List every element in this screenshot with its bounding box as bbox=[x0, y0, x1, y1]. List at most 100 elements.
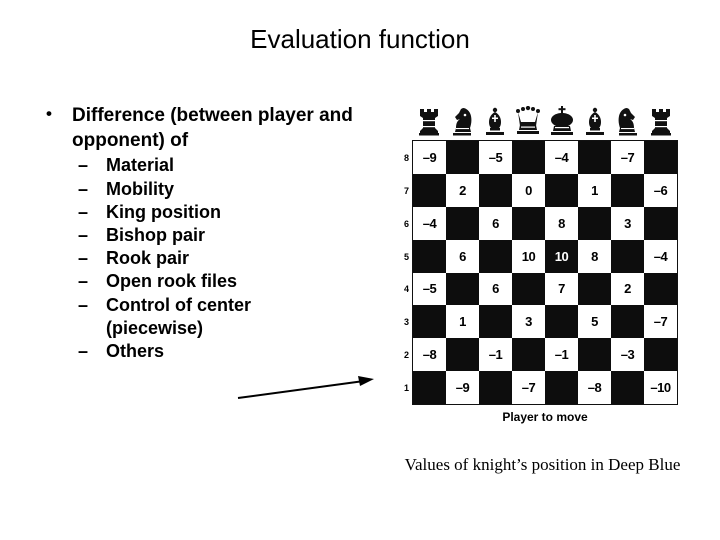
rank-label: 1 bbox=[403, 382, 409, 393]
board-square: –8 bbox=[413, 338, 446, 372]
board-square bbox=[644, 272, 677, 306]
chess-piece-row bbox=[412, 98, 678, 136]
board-square bbox=[578, 206, 611, 240]
board-square: 10 bbox=[512, 239, 545, 273]
bullet-item-difference: • Difference (between player and opponen… bbox=[38, 104, 368, 153]
board-square: –7 bbox=[644, 305, 677, 339]
dash-marker-icon: – bbox=[78, 294, 89, 315]
board-square: 6 bbox=[446, 239, 479, 273]
sub-item-label: Mobility bbox=[106, 178, 174, 199]
square-value: –4 bbox=[653, 248, 668, 264]
bullet-marker-icon: • bbox=[46, 104, 52, 123]
sub-item-others: – Others bbox=[38, 340, 368, 363]
board-square bbox=[611, 239, 644, 273]
sub-item-label-line-2: (piecewise) bbox=[106, 317, 204, 338]
chess-board: –9 –5 –4 –7 2 0 1 –6 –4 6 8 3 6 10 10 8 –4 –5 6 7 2 1 3 5 –7 –8 –1… bbox=[412, 140, 678, 405]
square-value: 2 bbox=[624, 281, 631, 297]
rank-label: 8 bbox=[403, 153, 409, 164]
bullet-list: • Difference (between player and opponen… bbox=[38, 104, 368, 363]
square-value: 3 bbox=[624, 215, 631, 231]
board-square bbox=[446, 206, 479, 240]
queen-icon bbox=[512, 98, 545, 136]
sub-item-bishop-pair: – Bishop pair bbox=[38, 224, 368, 247]
dash-marker-icon: – bbox=[78, 341, 89, 362]
pointer-arrow-icon bbox=[237, 376, 374, 399]
sub-item-label: Rook pair bbox=[106, 248, 190, 269]
board-square bbox=[611, 305, 644, 339]
board-square: –7 bbox=[611, 141, 644, 174]
square-value: –6 bbox=[653, 182, 668, 198]
rook-icon bbox=[412, 98, 445, 136]
board-square bbox=[413, 173, 446, 207]
page-title: Evaluation function bbox=[250, 24, 470, 54]
square-value: 10 bbox=[521, 248, 536, 264]
board-square: 6 bbox=[479, 272, 512, 306]
square-value: –7 bbox=[653, 314, 668, 330]
board-square: 1 bbox=[578, 173, 611, 207]
board-square bbox=[413, 305, 446, 339]
square-value: 8 bbox=[591, 248, 598, 264]
square-value: 2 bbox=[459, 182, 466, 198]
knight-icon bbox=[445, 98, 478, 136]
board-square bbox=[578, 141, 611, 174]
board-rank-row: –5 6 7 2 bbox=[413, 272, 677, 306]
square-value: 10 bbox=[554, 248, 569, 264]
board-square bbox=[479, 305, 512, 339]
board-square: –8 bbox=[578, 371, 611, 404]
bullet-line-1: Difference (between bbox=[72, 105, 253, 126]
square-value: 6 bbox=[492, 281, 499, 297]
dash-marker-icon: – bbox=[78, 271, 89, 292]
chess-board-wrapper: 8 7 6 5 4 3 2 1 –9 –5 –4 –7 2 0 1 –6 –4 6 8 3 6 10 10 8… bbox=[396, 140, 682, 406]
figure-caption: Values of knight’s position in Deep Blue bbox=[404, 455, 681, 474]
rook-icon bbox=[645, 98, 678, 136]
sub-item-open-rook-files: – Open rook files bbox=[38, 270, 368, 293]
board-square bbox=[479, 173, 512, 207]
sub-item-king-position: – King position bbox=[38, 201, 368, 224]
slide: Evaluation function • Difference (betwee… bbox=[0, 0, 720, 540]
square-value: –8 bbox=[587, 380, 602, 396]
board-square bbox=[611, 173, 644, 207]
sub-item-control-of-center: – Control of center (piecewise) bbox=[38, 294, 368, 340]
square-value: –9 bbox=[455, 380, 470, 396]
board-square bbox=[545, 371, 578, 404]
board-square bbox=[644, 141, 677, 174]
board-rank-row: –8 –1 –1 –3 bbox=[413, 338, 677, 372]
board-square bbox=[512, 141, 545, 174]
bishop-icon bbox=[479, 98, 512, 136]
board-rank-row: –9 –5 –4 –7 bbox=[413, 141, 677, 174]
square-value: 8 bbox=[558, 215, 565, 231]
board-square: 0 bbox=[512, 173, 545, 207]
square-value: –7 bbox=[521, 380, 536, 396]
square-value: –5 bbox=[488, 149, 503, 165]
board-square bbox=[644, 206, 677, 240]
square-value: 6 bbox=[459, 248, 466, 264]
rank-label: 3 bbox=[403, 317, 409, 328]
rank-label: 6 bbox=[403, 218, 409, 229]
board-square: 6 bbox=[479, 206, 512, 240]
square-value: –3 bbox=[620, 347, 635, 363]
board-square bbox=[512, 272, 545, 306]
board-square: –10 bbox=[644, 371, 677, 404]
rank-label: 4 bbox=[403, 284, 409, 295]
board-caption: Player to move bbox=[502, 410, 588, 424]
board-rank-row: 2 0 1 –6 bbox=[413, 173, 677, 207]
square-value: –1 bbox=[554, 347, 569, 363]
board-square bbox=[578, 272, 611, 306]
board-square: –5 bbox=[479, 141, 512, 174]
board-square bbox=[446, 141, 479, 174]
sub-item-material: – Material bbox=[38, 154, 368, 177]
board-square: –1 bbox=[479, 338, 512, 372]
rank-label: 7 bbox=[403, 186, 409, 197]
sub-item-label: Others bbox=[106, 341, 165, 362]
board-square: 2 bbox=[446, 173, 479, 207]
square-value: 5 bbox=[591, 314, 598, 330]
board-square: –4 bbox=[413, 206, 446, 240]
board-square bbox=[479, 239, 512, 273]
board-square bbox=[479, 371, 512, 404]
board-square: 3 bbox=[512, 305, 545, 339]
sub-item-label: Open rook files bbox=[106, 271, 238, 292]
board-rank-row: 1 3 5 –7 bbox=[413, 305, 677, 339]
square-value: 0 bbox=[525, 182, 532, 198]
board-square: –9 bbox=[446, 371, 479, 404]
square-value: 6 bbox=[492, 215, 499, 231]
